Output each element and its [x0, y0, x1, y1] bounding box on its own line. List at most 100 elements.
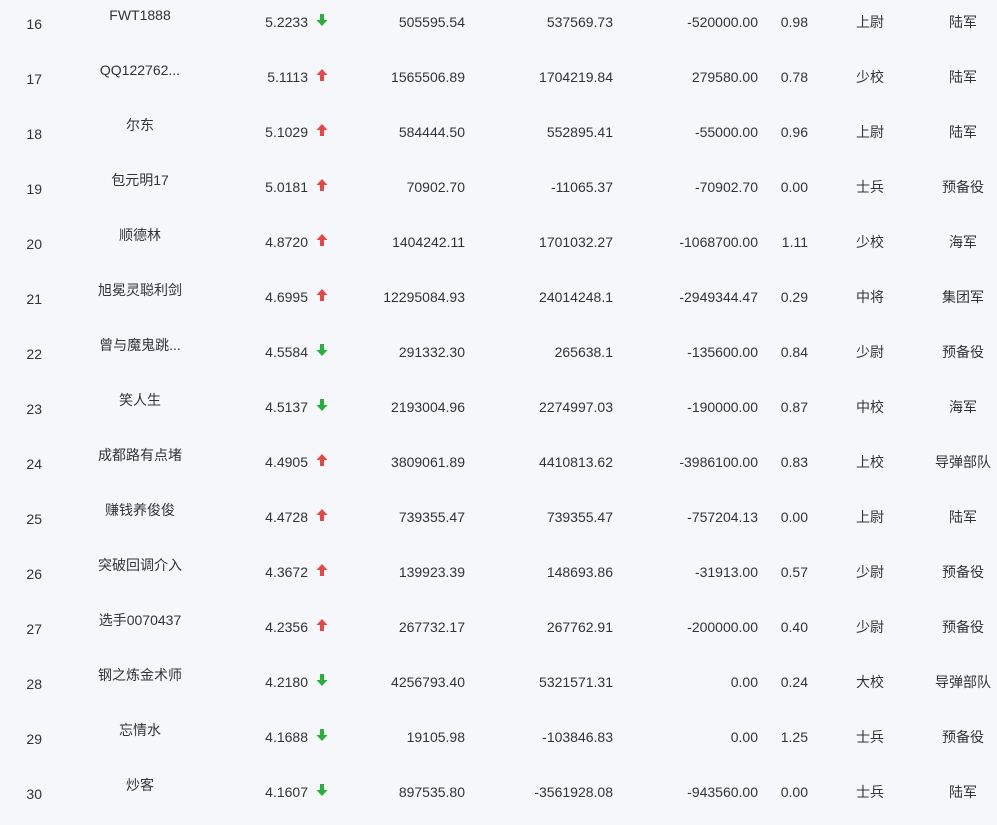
player-name[interactable]: 赚钱养俊俊	[70, 501, 210, 519]
score-value: 4.4905	[265, 454, 308, 470]
player-name[interactable]: FWT1888	[70, 6, 210, 24]
arrow-up-icon	[316, 508, 330, 526]
score-value: 4.5584	[265, 344, 308, 360]
branch-cell: 陆军	[949, 14, 977, 30]
military-rank-cell: 少尉	[856, 344, 884, 360]
value1-cell: 505595.54	[398, 14, 465, 30]
rank-cell: 24	[26, 456, 42, 472]
value3-cell: 279580.00	[691, 69, 758, 85]
table-row[interactable]: 30 炒客 4.1607 897535.80 -3561928.08 -943560.00…	[0, 770, 997, 825]
score-value: 5.1113	[267, 69, 308, 85]
branch-cell: 陆军	[949, 784, 977, 800]
value1-cell: 19105.98	[406, 729, 465, 745]
arrow-up-icon	[316, 618, 330, 636]
value3-cell: -135600.00	[687, 344, 758, 360]
table-row[interactable]: 16 FWT1888 5.2233 505595.54 537569.73 -520000…	[0, 0, 997, 55]
table-row[interactable]: 29 忘情水 4.1688 19105.98 -103846.83 0.00 1.25 士兵 预…	[0, 715, 997, 770]
value3-cell: -70902.70	[694, 179, 758, 195]
value3-cell: -55000.00	[694, 124, 758, 140]
table-row[interactable]: 22 曾与魔鬼跳... 4.5584 291332.30 265638.1 -135600…	[0, 330, 997, 385]
table-row[interactable]: 27 选手0070437 4.2356 267732.17 267762.91 -2000…	[0, 605, 997, 660]
score-value: 5.2233	[265, 14, 308, 30]
arrow-up-icon	[316, 178, 330, 196]
player-name[interactable]: 包元明17	[70, 171, 210, 189]
military-rank-cell: 中校	[856, 399, 884, 415]
table-row[interactable]: 23 笑人生 4.5137 2193004.96 2274997.03 -190000.0…	[0, 385, 997, 440]
ratio-cell: 0.00	[780, 509, 808, 525]
value1-cell: 12295084.93	[383, 289, 465, 305]
player-name[interactable]: 顺德林	[70, 226, 210, 244]
value3-cell: -520000.00	[687, 14, 758, 30]
player-name[interactable]: QQ122762...	[70, 61, 210, 79]
table-row[interactable]: 25 赚钱养俊俊 4.4728 739355.47 739355.47 -757204.1…	[0, 495, 997, 550]
value3-cell: -2949344.47	[679, 289, 758, 305]
player-name[interactable]: 曾与魔鬼跳...	[70, 336, 210, 354]
table-row[interactable]: 26 突破回调介入 4.3672 139923.39 148693.86 -31913.0…	[0, 550, 997, 605]
value1-cell: 1404242.11	[392, 234, 465, 250]
table-row[interactable]: 20 顺德林 4.8720 1404242.11 1701032.27 -1068700.…	[0, 220, 997, 275]
table-row[interactable]: 18 尔东 5.1029 584444.50 552895.41 -55000.00 0.9…	[0, 110, 997, 165]
player-name[interactable]: 选手0070437	[70, 611, 210, 629]
branch-cell: 集团军	[942, 289, 984, 305]
player-name[interactable]: 成都路有点堵	[70, 446, 210, 464]
value1-cell: 897535.80	[398, 784, 465, 800]
table-row[interactable]: 28 钢之炼金术师 4.2180 4256793.40 5321571.31 0.00 0.…	[0, 660, 997, 715]
arrow-up-icon	[316, 563, 330, 581]
rank-cell: 17	[26, 71, 42, 87]
ratio-cell: 1.25	[780, 729, 808, 745]
ratio-cell: 0.84	[780, 344, 808, 360]
value3-cell: -200000.00	[687, 619, 758, 635]
ratio-cell: 0.87	[780, 399, 808, 415]
player-name[interactable]: 钢之炼金术师	[70, 666, 210, 684]
value2-cell: 4410813.62	[539, 454, 613, 470]
value1-cell: 70902.70	[406, 179, 465, 195]
arrow-up-icon	[316, 123, 330, 141]
value3-cell: 0.00	[730, 674, 758, 690]
score-value: 4.2180	[265, 674, 308, 690]
military-rank-cell: 少尉	[856, 564, 884, 580]
arrow-down-icon	[316, 673, 330, 691]
score-value: 5.1029	[265, 124, 308, 140]
score-value: 4.6995	[265, 289, 308, 305]
military-rank-cell: 上尉	[856, 124, 884, 140]
ratio-cell: 0.29	[780, 289, 808, 305]
military-rank-cell: 大校	[856, 674, 884, 690]
value3-cell: -1068700.00	[679, 234, 758, 250]
table-row[interactable]: 19 包元明17 5.0181 70902.70 -11065.37 -70902.70 0…	[0, 165, 997, 220]
ratio-cell: 1.11	[781, 234, 808, 250]
value2-cell: 552895.41	[546, 124, 613, 140]
value2-cell: 267762.91	[546, 619, 613, 635]
score-value: 4.2356	[265, 619, 308, 635]
value2-cell: -11065.37	[550, 179, 613, 195]
player-name[interactable]: 忘情水	[70, 721, 210, 739]
value2-cell: 537569.73	[546, 14, 613, 30]
ratio-cell: 0.40	[780, 619, 808, 635]
value2-cell: -3561928.08	[534, 784, 613, 800]
score-value: 4.4728	[265, 509, 308, 525]
value1-cell: 739355.47	[398, 509, 465, 525]
branch-cell: 海军	[949, 399, 977, 415]
branch-cell: 预备役	[942, 619, 984, 635]
value2-cell: 148693.86	[546, 564, 613, 580]
player-name[interactable]: 炒客	[70, 776, 210, 794]
value3-cell: -757204.13	[687, 509, 758, 525]
player-name[interactable]: 尔东	[70, 116, 210, 134]
value3-cell: -190000.00	[687, 399, 758, 415]
score-value: 5.0181	[265, 179, 308, 195]
player-name[interactable]: 突破回调介入	[70, 556, 210, 574]
value1-cell: 139923.39	[398, 564, 465, 580]
ratio-cell: 0.24	[780, 674, 808, 690]
score-value: 4.1607	[265, 784, 308, 800]
rank-cell: 30	[26, 786, 42, 802]
ratio-cell: 0.96	[780, 124, 808, 140]
table-row[interactable]: 24 成都路有点堵 4.4905 3809061.89 4410813.62 -39861…	[0, 440, 997, 495]
player-name[interactable]: 旭冕灵聪利剑	[70, 281, 210, 299]
arrow-up-icon	[316, 233, 330, 251]
rank-cell: 19	[26, 181, 42, 197]
arrow-up-icon	[316, 453, 330, 471]
player-name[interactable]: 笑人生	[70, 391, 210, 409]
table-row[interactable]: 17 QQ122762... 5.1113 1565506.89 1704219.84 2…	[0, 55, 997, 110]
table-row[interactable]: 21 旭冕灵聪利剑 4.6995 12295084.93 24014248.1 -2949…	[0, 275, 997, 330]
ratio-cell: 0.00	[780, 179, 808, 195]
value2-cell: 2274997.03	[539, 399, 613, 415]
